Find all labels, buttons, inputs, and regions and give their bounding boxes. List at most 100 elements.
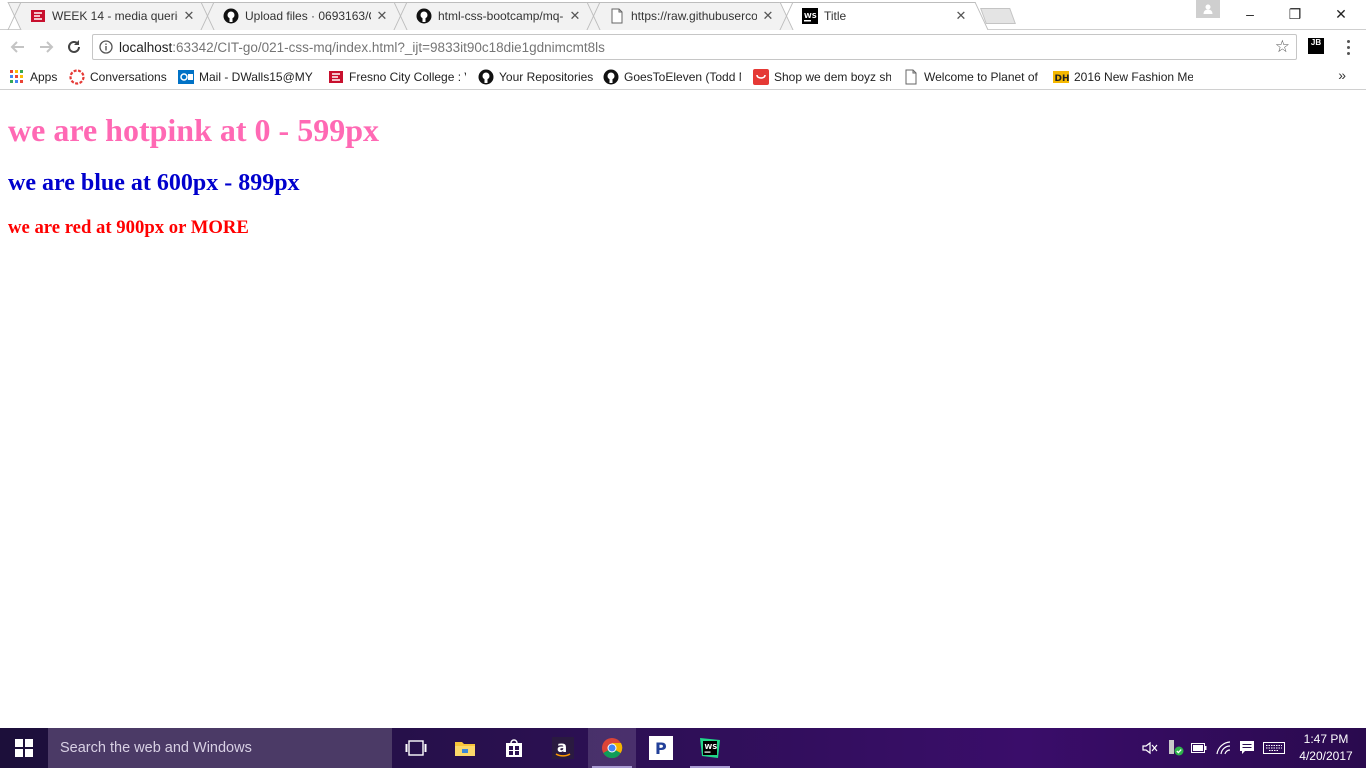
page-content: we are hotpink at 0 - 599px we are blue … — [0, 91, 1366, 728]
security-icon[interactable] — [1164, 728, 1186, 768]
fresno-city-college-icon — [328, 69, 344, 85]
wifi-icon[interactable] — [1214, 728, 1234, 768]
url-path: :63342/CIT-go/021-css-mq/index.html?_ijt… — [172, 39, 605, 55]
webstorm-button[interactable]: WS — [686, 728, 734, 768]
profile-icon[interactable] — [1196, 0, 1220, 18]
restore-icon: ❐ — [1288, 5, 1302, 22]
amazon-icon: a — [552, 737, 574, 759]
arrow-left-icon — [10, 41, 24, 53]
amazon-button[interactable]: a — [539, 728, 587, 768]
bookmark-label: Conversations — [90, 70, 167, 84]
clock-date: 4/20/2017 — [1299, 749, 1353, 763]
bookmark-label: Shop we dem boyz sh — [774, 70, 891, 84]
jetbrains-extension-icon[interactable]: JB — [1308, 38, 1324, 54]
file-explorer-button[interactable] — [441, 728, 489, 768]
clock-time: 1:47 PM — [1303, 732, 1349, 746]
svg-text:a: a — [557, 738, 567, 756]
pandora-icon: P — [649, 736, 673, 760]
fresno-city-college-icon — [30, 8, 46, 24]
close-window-button[interactable]: ✕ — [1318, 0, 1364, 28]
battery-icon[interactable] — [1189, 728, 1209, 768]
svg-text:P: P — [655, 739, 667, 758]
forward-button[interactable] — [34, 35, 58, 59]
tab-strip: WEEK 14 - media queries ✕ Upload files ·… — [0, 0, 1366, 30]
github-icon — [223, 8, 239, 24]
start-button[interactable] — [0, 728, 48, 768]
heading-hotpink: we are hotpink at 0 - 599px — [8, 112, 379, 148]
outlook-icon — [178, 69, 194, 85]
conversations-icon — [69, 69, 85, 85]
close-icon[interactable]: ✕ — [761, 8, 775, 24]
info-icon[interactable] — [93, 40, 119, 54]
task-view-button[interactable] — [392, 728, 440, 768]
tab-week14[interactable]: WEEK 14 - media queries ✕ — [8, 2, 204, 30]
bookmark-fresno-city-college[interactable]: Fresno City College : V — [328, 67, 466, 87]
svg-text:DH: DH — [1055, 74, 1070, 84]
chrome-button[interactable] — [588, 728, 636, 768]
new-tab-button[interactable] — [980, 8, 1016, 24]
windows-logo-icon — [15, 739, 33, 757]
bookmark-your-repositories[interactable]: Your Repositories — [478, 67, 594, 87]
search-placeholder: Search the web and Windows — [60, 740, 252, 756]
github-icon — [603, 69, 619, 85]
webstorm-icon: WS — [802, 8, 818, 24]
bookmark-conversations[interactable]: Conversations — [69, 67, 169, 87]
tab-upload-files[interactable]: Upload files · 0693163/C ✕ — [201, 2, 397, 30]
bookmark-apps[interactable]: Apps — [9, 67, 61, 87]
close-icon[interactable]: ✕ — [954, 8, 968, 24]
taskbar-clock[interactable]: 1:47 PM 4/20/2017 — [1290, 731, 1362, 765]
bookmark-label: 2016 New Fashion Me — [1074, 70, 1193, 84]
close-icon[interactable]: ✕ — [375, 8, 389, 24]
bookmark-label: Mail - DWalls15@MY — [199, 70, 313, 84]
bookmark-shop[interactable]: Shop we dem boyz sh — [753, 67, 891, 87]
minimize-button[interactable]: – — [1227, 0, 1273, 28]
minimize-icon: – — [1246, 6, 1254, 22]
close-icon[interactable]: ✕ — [568, 8, 582, 24]
keyboard-icon[interactable] — [1262, 728, 1286, 768]
webstorm-icon: WS — [700, 738, 720, 758]
url-host: localhost — [119, 39, 173, 55]
tab-html-css-bootcamp[interactable]: html-css-bootcamp/mq- ✕ — [394, 2, 590, 30]
bookmark-star-icon[interactable]: ☆ — [1275, 37, 1290, 57]
chrome-menu-button[interactable] — [1340, 37, 1356, 57]
bookmarks-bar: Apps Conversations Mail - DWalls15@MY Fr… — [0, 63, 1366, 90]
tab-title: https://raw.githubuserco — [631, 9, 757, 23]
bookmark-mail[interactable]: Mail - DWalls15@MY — [178, 67, 321, 87]
taskbar-search[interactable]: Search the web and Windows — [48, 728, 392, 768]
reload-icon — [68, 40, 80, 53]
task-view-icon — [405, 740, 427, 756]
restore-button[interactable]: ❐ — [1272, 0, 1318, 28]
tab-title-active[interactable]: WS Title ✕ — [780, 2, 976, 30]
reload-button[interactable] — [62, 35, 86, 59]
github-icon — [478, 69, 494, 85]
folder-icon — [455, 742, 475, 756]
close-icon[interactable]: ✕ — [182, 8, 196, 24]
more-bookmarks-icon[interactable]: » — [1338, 67, 1346, 83]
tab-title: Title — [824, 9, 847, 23]
tab-title: html-css-bootcamp/mq- — [438, 9, 564, 23]
bookmark-label: Your Repositories — [499, 70, 594, 84]
page-icon — [903, 69, 919, 85]
volume-muted-icon[interactable] — [1140, 728, 1160, 768]
apps-grid-icon — [9, 69, 25, 85]
tab-title: WEEK 14 - media queries — [52, 9, 178, 23]
heading-red: we are red at 900px or MORE — [8, 217, 249, 238]
bookmark-label: GoesToEleven (Todd M — [624, 70, 741, 84]
tab-raw-github[interactable]: https://raw.githubuserco ✕ — [587, 2, 783, 30]
bookmark-label: Fresno City College : V — [349, 70, 466, 84]
tab-title: Upload files · 0693163/C — [245, 9, 371, 23]
bookmark-2016-new-fashion[interactable]: DH 2016 New Fashion Me — [1053, 67, 1193, 87]
bookmark-goestoeleven[interactable]: GoesToEleven (Todd M — [603, 67, 741, 87]
pandora-button[interactable]: P — [637, 728, 685, 768]
back-button[interactable] — [6, 35, 30, 59]
bookmark-welcome-planet[interactable]: Welcome to Planet of — [903, 67, 1041, 87]
windows-taskbar: Search the web and Windows a P WS 1:47 P… — [0, 728, 1366, 768]
chrome-icon — [602, 738, 623, 759]
store-button[interactable] — [490, 728, 538, 768]
svg-text:WS: WS — [804, 12, 817, 20]
address-bar[interactable]: localhost:63342/CIT-go/021-css-mq/index.… — [92, 34, 1297, 60]
action-center-icon[interactable] — [1237, 728, 1257, 768]
close-icon: ✕ — [1335, 5, 1347, 22]
store-bag-icon — [506, 739, 522, 757]
svg-text:WS: WS — [705, 743, 718, 751]
